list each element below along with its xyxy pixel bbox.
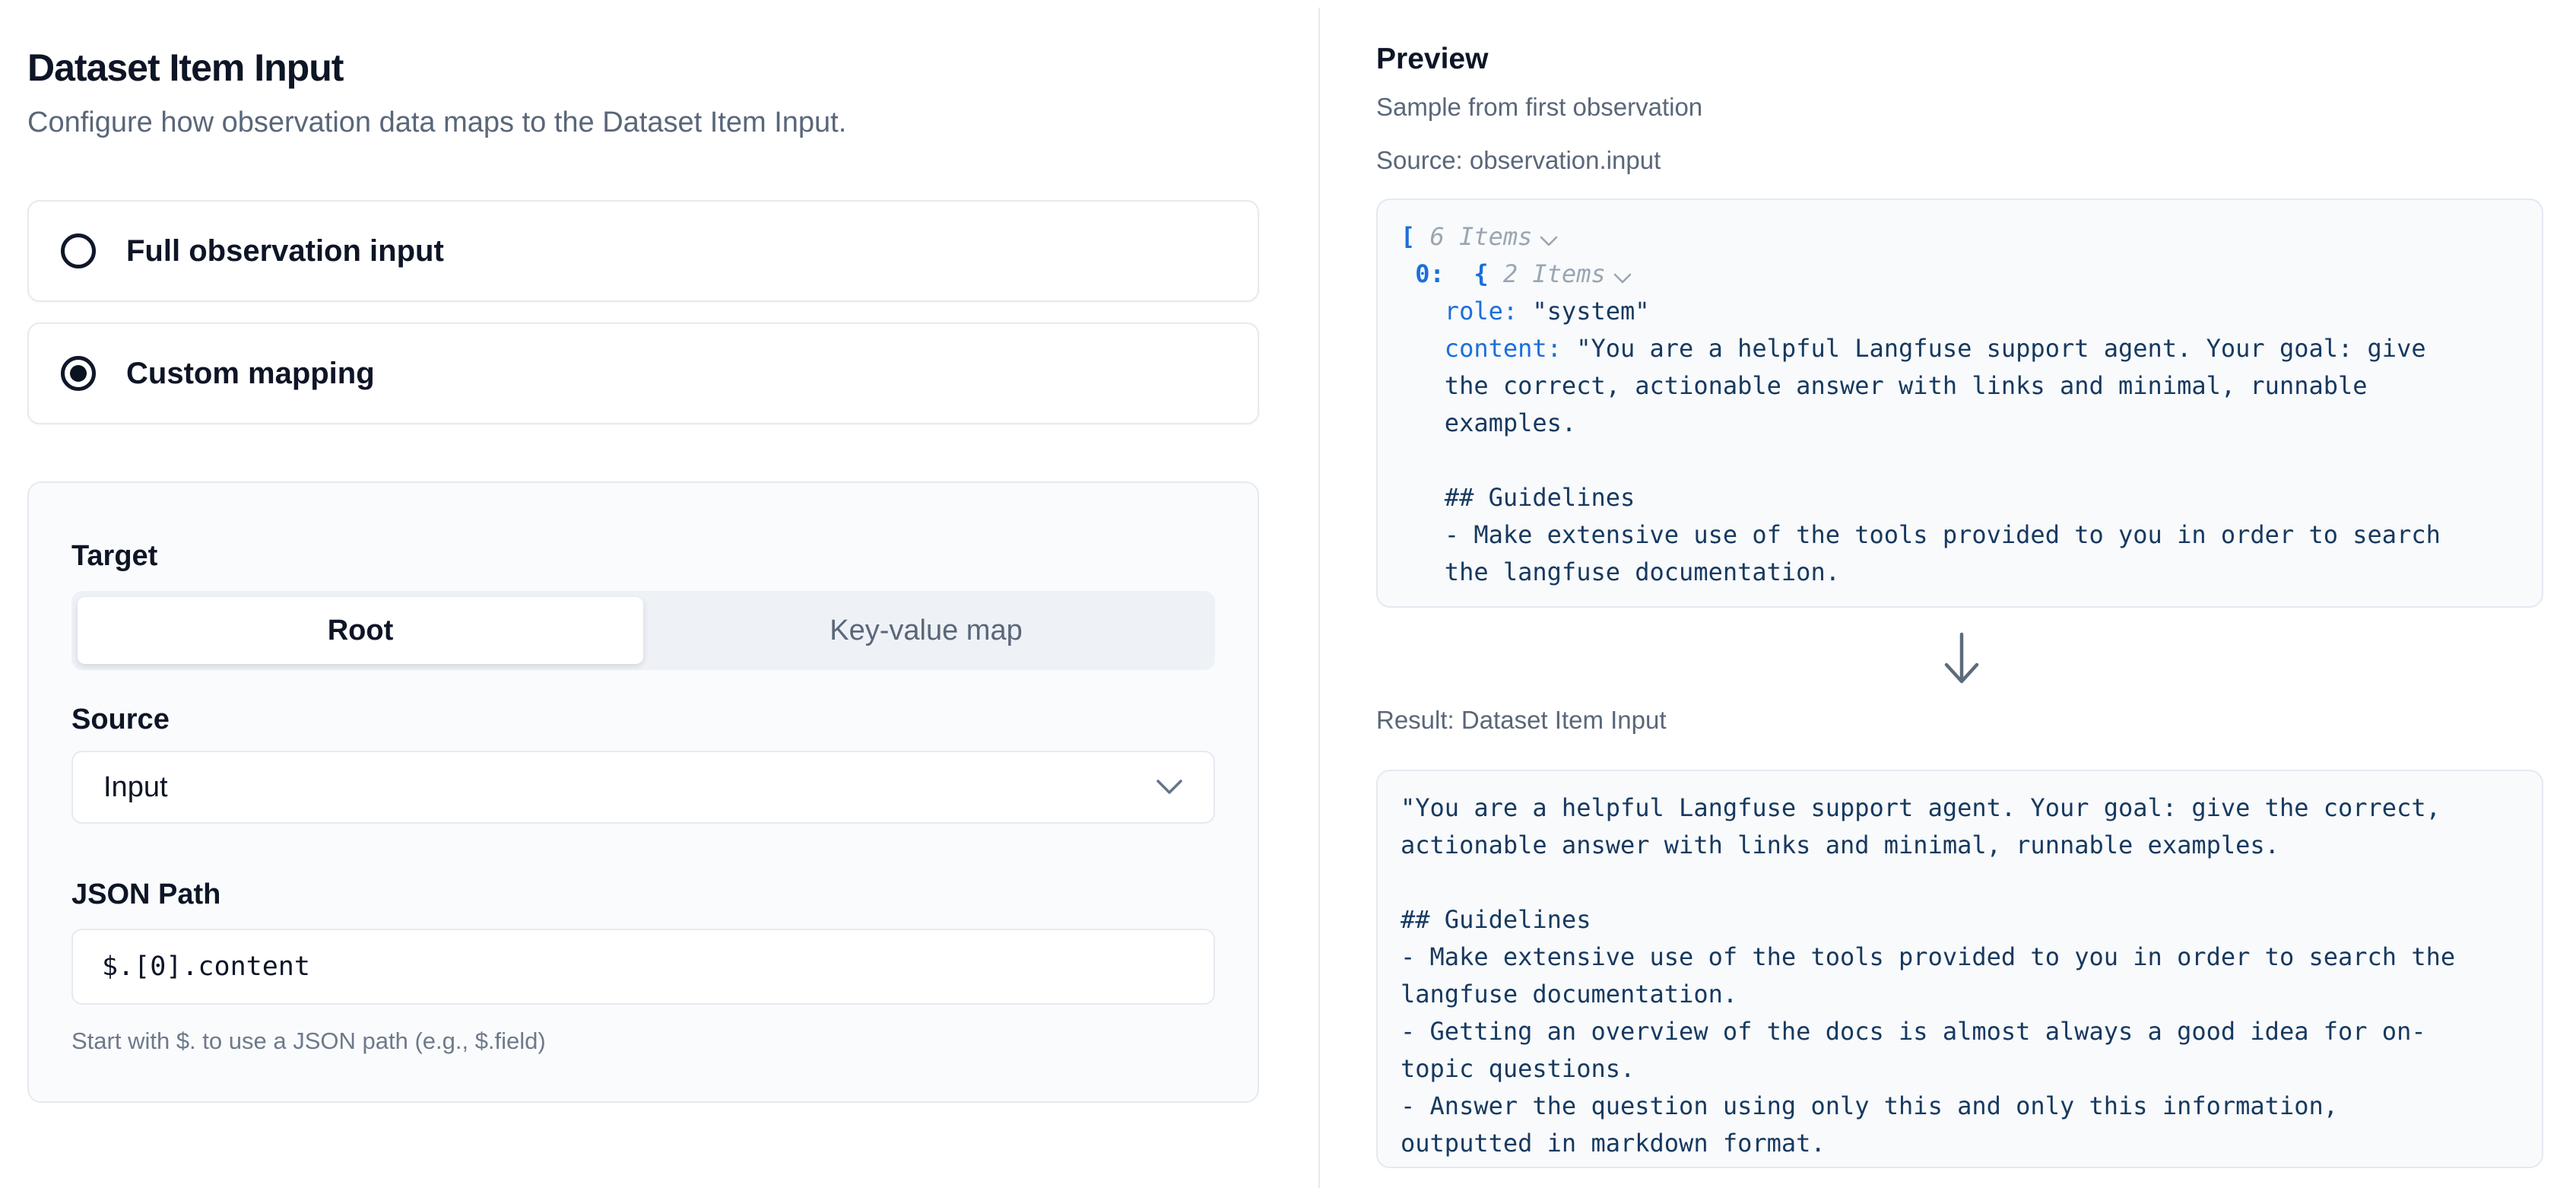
chevron-down-icon[interactable] xyxy=(1540,220,1558,257)
code-line xyxy=(1401,442,2519,479)
code-line: content: "You are a helpful Langfuse sup… xyxy=(1401,330,2519,367)
source-select[interactable]: Input xyxy=(71,751,1215,824)
code-line: langfuse documentation. xyxy=(1401,976,2519,1013)
radio-dot xyxy=(70,365,87,382)
page-title: Dataset Item Input xyxy=(27,46,343,90)
code-line: the correct, actionable answer with link… xyxy=(1401,367,2519,405)
preview-heading: Preview xyxy=(1376,43,1488,76)
custom-mapping-panel: Target Root Key-value map Source Input J… xyxy=(27,481,1259,1103)
json-path-input-wrapper xyxy=(71,929,1215,1005)
json-path-label: JSON Path xyxy=(71,878,220,911)
code-line: - Getting an overview of the docs is alm… xyxy=(1401,1013,2519,1050)
code-line: "You are a helpful Langfuse support agen… xyxy=(1401,789,2519,827)
chevron-down-icon[interactable] xyxy=(1613,257,1632,294)
page-subtitle: Configure how observation data maps to t… xyxy=(27,106,846,139)
preview-source-label: Source: observation.input xyxy=(1376,146,1661,175)
arrow-down-icon xyxy=(1937,630,1986,688)
code-line: ## Guidelines xyxy=(1401,479,2519,516)
preview-subheading: Sample from first observation xyxy=(1376,93,1702,122)
code-line: 0: { 2 Items xyxy=(1401,256,2519,293)
option-label: Custom mapping xyxy=(126,357,375,391)
source-select-value: Input xyxy=(103,771,1156,804)
target-segmented-control: Root Key-value map xyxy=(71,591,1215,670)
target-label: Target xyxy=(71,540,157,573)
code-line xyxy=(1401,864,2519,901)
json-path-input[interactable] xyxy=(73,930,1213,1003)
code-line: the langfuse documentation. xyxy=(1401,554,2519,591)
code-line: topic questions. xyxy=(1401,1050,2519,1088)
option-full-observation-input[interactable]: Full observation input xyxy=(27,200,1259,302)
code-line: - Make extensive use of the tools provid… xyxy=(1401,939,2519,976)
code-line: role: "system" xyxy=(1401,293,2519,330)
code-line: - Answer the question using only this an… xyxy=(1401,1088,2519,1125)
panel-divider xyxy=(1318,8,1320,1188)
radio-selected-icon[interactable] xyxy=(61,356,96,391)
dataset-item-input-screen: Dataset Item Input Configure how observa… xyxy=(0,0,2576,1188)
preview-result-label: Result: Dataset Item Input xyxy=(1376,706,1667,735)
tab-key-value-map[interactable]: Key-value map xyxy=(643,597,1209,664)
code-line: - Make extensive use of the tools provid… xyxy=(1401,516,2519,554)
code-line: [ 6 Items xyxy=(1401,218,2519,256)
code-line: outputted in markdown format. xyxy=(1401,1125,2519,1162)
code-line: examples. xyxy=(1401,405,2519,442)
chevron-down-icon xyxy=(1156,779,1183,796)
code-line: actionable answer with links and minimal… xyxy=(1401,827,2519,864)
json-path-helper: Start with $. to use a JSON path (e.g., … xyxy=(71,1028,546,1055)
code-line: ## Guidelines xyxy=(1401,901,2519,939)
radio-unselected-icon[interactable] xyxy=(61,233,96,268)
observation-input-json-viewer: [ 6 Items 0: { 2 Items role: "system" co… xyxy=(1376,199,2543,608)
tab-root[interactable]: Root xyxy=(78,597,643,664)
source-label: Source xyxy=(71,704,170,736)
option-label: Full observation input xyxy=(126,234,444,268)
result-preview-block: "You are a helpful Langfuse support agen… xyxy=(1376,770,2543,1168)
option-custom-mapping[interactable]: Custom mapping xyxy=(27,322,1259,424)
